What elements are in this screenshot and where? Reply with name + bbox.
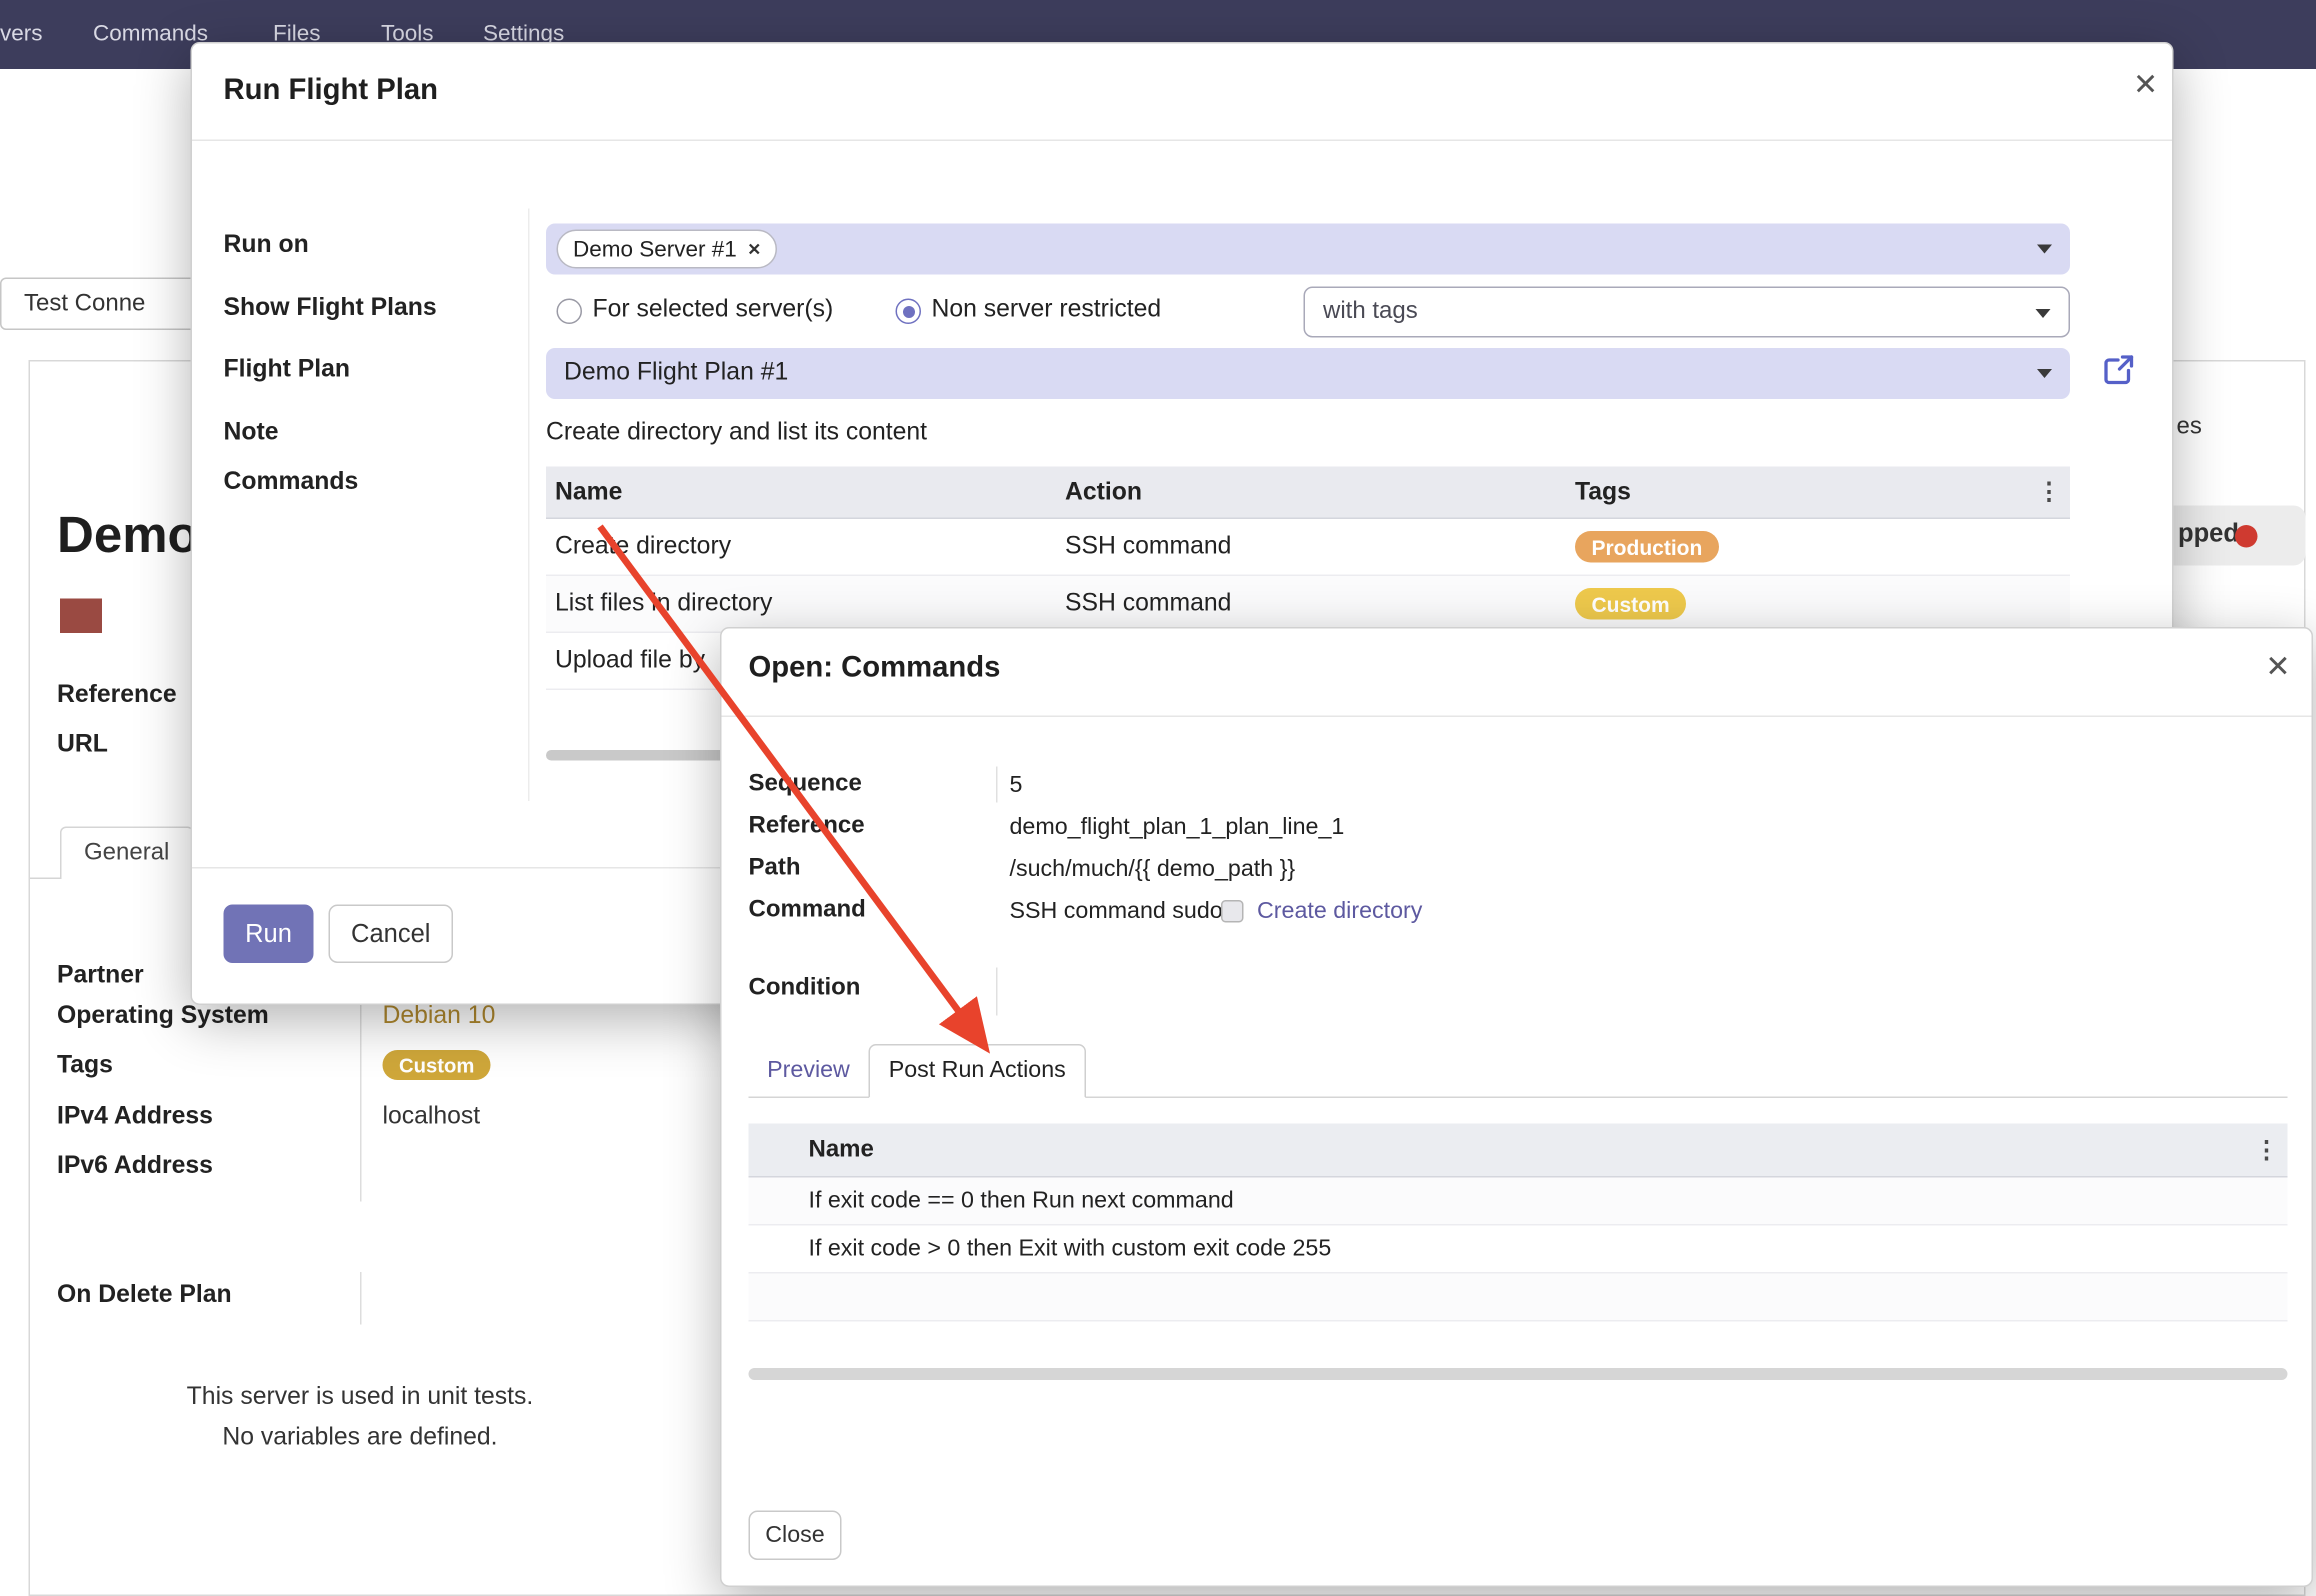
path-label: Path xyxy=(749,855,801,882)
with-tags-value: with tags xyxy=(1323,299,1418,326)
run-on-label: Run on xyxy=(224,231,309,260)
path-value: /such/much/{{ demo_path }} xyxy=(1010,857,1296,884)
reference-label: Reference xyxy=(57,681,177,710)
chatter-fragment: es xyxy=(2177,414,2202,441)
column-header-name[interactable]: Name xyxy=(546,478,1056,507)
operating-system-label: Operating System xyxy=(57,1002,269,1031)
radio-selected-servers-label[interactable]: For selected server(s) xyxy=(593,296,834,325)
server-note-line: No variables are defined. xyxy=(60,1418,660,1459)
status-dot-icon xyxy=(2235,525,2258,548)
tab-post-run-actions[interactable]: Post Run Actions xyxy=(869,1044,1087,1098)
cell-name: List files in directory xyxy=(546,590,1056,619)
flight-plan-label: Flight Plan xyxy=(224,356,351,385)
command-checkbox[interactable] xyxy=(1221,900,1244,923)
table-row[interactable]: If exit code == 0 then Run next command xyxy=(749,1178,2288,1226)
status-label: pped xyxy=(2178,519,2239,549)
empty-row xyxy=(749,1274,2288,1322)
open-commands-modal: Open: Commands ✕ Sequence 5 Reference de… xyxy=(720,627,2313,1587)
ipv6-label: IPv6 Address xyxy=(57,1152,213,1181)
table-options-icon[interactable]: ⋮ xyxy=(2243,1135,2288,1165)
close-icon[interactable]: ✕ xyxy=(2133,71,2158,101)
table-header-row: Name Action Tags ⋮ xyxy=(546,467,2070,520)
reference-label: Reference xyxy=(749,813,865,840)
chevron-down-icon[interactable] xyxy=(2037,245,2052,254)
run-button[interactable]: Run xyxy=(224,905,314,964)
table-options-icon[interactable]: ⋮ xyxy=(2025,477,2070,507)
condition-label: Condition xyxy=(749,975,861,1002)
cell-action: SSH command xyxy=(1056,590,1566,619)
flight-plan-note: Create directory and list its content xyxy=(546,419,927,448)
ipv4-value: localhost xyxy=(383,1103,481,1132)
table-row[interactable]: Create directory SSH command Production xyxy=(546,519,2070,576)
modal-title: Run Flight Plan xyxy=(224,74,438,109)
horizontal-scrollbar[interactable] xyxy=(749,1368,2288,1380)
label-divider xyxy=(528,209,530,802)
column-header-tags[interactable]: Tags xyxy=(1566,478,2025,507)
cell-name: If exit code > 0 then Exit with custom e… xyxy=(809,1235,2243,1262)
cell-name: Create directory xyxy=(546,533,1056,562)
post-run-actions-table: Name ⋮ If exit code == 0 then Run next c… xyxy=(749,1124,2288,1322)
ipv4-label: IPv4 Address xyxy=(57,1103,213,1132)
table-header-row: Name ⋮ xyxy=(749,1124,2288,1178)
server-title: Demo xyxy=(57,507,199,566)
modal-title: Open: Commands xyxy=(749,651,1001,686)
commands-label: Commands xyxy=(224,468,359,497)
operating-system-value[interactable]: Debian 10 xyxy=(383,1002,496,1031)
show-flight-plans-label: Show Flight Plans xyxy=(224,294,437,323)
field-divider xyxy=(996,968,998,1016)
chevron-down-icon[interactable] xyxy=(2037,369,2052,378)
command-label: Command xyxy=(749,897,866,924)
chip-remove-icon[interactable]: ✕ xyxy=(747,239,761,259)
url-label: URL xyxy=(57,731,108,760)
chevron-down-icon[interactable] xyxy=(2036,309,2051,318)
header-divider xyxy=(192,140,2172,142)
flight-plan-value: Demo Flight Plan #1 xyxy=(564,359,788,388)
on-delete-plan-label: On Delete Plan xyxy=(57,1281,232,1310)
tags-label: Tags xyxy=(57,1052,113,1081)
table-row[interactable]: List files in directory SSH command Cust… xyxy=(546,576,2070,633)
radio-selected-servers[interactable] xyxy=(557,299,583,325)
table-row[interactable]: If exit code > 0 then Exit with custom e… xyxy=(749,1226,2288,1274)
external-link-icon[interactable] xyxy=(2100,353,2136,389)
column-header-action[interactable]: Action xyxy=(1056,478,1566,507)
tag-badge-production: Production xyxy=(1575,531,1719,563)
column-header-name[interactable]: Name xyxy=(809,1136,2243,1163)
run-on-select[interactable]: Demo Server #1 ✕ xyxy=(546,224,2070,275)
radio-non-server-restricted[interactable] xyxy=(896,299,922,325)
cell-action: SSH command xyxy=(1056,533,1566,562)
server-notes: This server is used in unit tests. No va… xyxy=(60,1377,660,1458)
create-directory-link[interactable]: Create directory xyxy=(1257,899,1422,926)
close-icon[interactable]: ✕ xyxy=(2265,653,2290,683)
tag-badge-custom[interactable]: Custom xyxy=(383,1050,491,1080)
cell-name: If exit code == 0 then Run next command xyxy=(809,1187,2243,1214)
flight-plan-select[interactable]: Demo Flight Plan #1 xyxy=(546,348,2070,399)
radio-non-server-restricted-label[interactable]: Non server restricted xyxy=(932,296,1162,325)
note-label: Note xyxy=(224,419,279,448)
field-divider xyxy=(360,1272,362,1325)
reference-value: demo_flight_plan_1_plan_line_1 xyxy=(1010,815,1345,842)
server-note-line: This server is used in unit tests. xyxy=(60,1377,660,1418)
tag-badge-custom: Custom xyxy=(1575,588,1686,620)
tab-general[interactable]: General xyxy=(60,827,193,880)
partner-label: Partner xyxy=(57,962,144,991)
with-tags-dropdown[interactable]: with tags xyxy=(1304,287,2071,338)
field-divider xyxy=(996,767,998,803)
tab-preview[interactable]: Preview xyxy=(749,1044,869,1098)
server-chip[interactable]: Demo Server #1 ✕ xyxy=(557,230,778,269)
sequence-label: Sequence xyxy=(749,771,862,798)
screen: vers Commands Files Tools Settings Test … xyxy=(0,0,2316,1596)
server-chip-label: Demo Server #1 xyxy=(573,236,737,262)
cancel-button[interactable]: Cancel xyxy=(329,905,454,964)
close-button[interactable]: Close xyxy=(749,1511,842,1561)
header-divider xyxy=(722,716,2312,718)
color-swatch[interactable] xyxy=(60,599,102,634)
command-value: SSH command sudo xyxy=(1010,899,1223,926)
sequence-value: 5 xyxy=(1010,773,1023,800)
